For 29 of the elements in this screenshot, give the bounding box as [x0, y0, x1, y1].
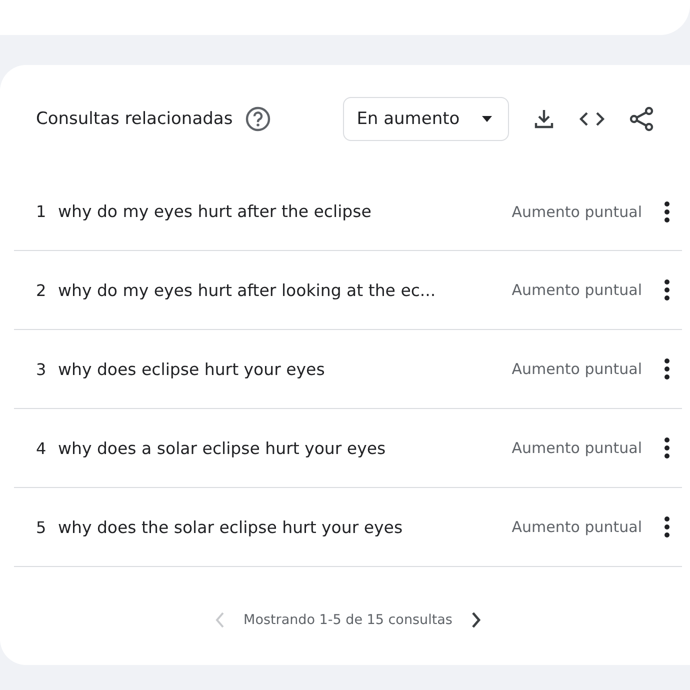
rank-number: 5 [35, 518, 48, 536]
pagination-text: Mostrando 1-5 de 15 consultas [244, 612, 452, 628]
download-icon[interactable] [532, 108, 555, 130]
query-link[interactable]: why do my eyes hurt after the eclipse [58, 202, 512, 221]
more-icon[interactable] [664, 437, 670, 459]
help-icon[interactable] [244, 106, 271, 132]
trend-label: Aumento puntual [512, 360, 642, 378]
sort-dropdown[interactable]: En aumento [342, 97, 509, 141]
more-icon[interactable] [664, 358, 670, 380]
more-icon[interactable] [664, 516, 670, 538]
trend-label: Aumento puntual [512, 281, 642, 299]
embed-icon[interactable] [578, 110, 605, 128]
rank-number: 2 [35, 280, 48, 300]
more-icon[interactable] [664, 279, 670, 301]
query-link[interactable]: why do my eyes hurt after looking at the ec... [58, 280, 512, 300]
trend-label: Aumento puntual [512, 518, 642, 536]
more-icon[interactable] [664, 200, 670, 222]
query-link[interactable]: why does the solar eclipse hurt your eyes [58, 518, 512, 536]
rank-number: 3 [35, 360, 48, 378]
rank-number: 1 [35, 202, 48, 221]
query-link[interactable]: why does a solar eclipse hurt your eyes [58, 438, 512, 458]
trend-label: Aumento puntual [512, 202, 642, 220]
next-page-icon[interactable] [470, 611, 482, 629]
query-link[interactable]: why does eclipse hurt your eyes [58, 360, 512, 378]
rank-number: 4 [35, 438, 48, 458]
caret-icon [482, 116, 492, 122]
trend-label: Aumento puntual [512, 439, 642, 457]
share-icon[interactable] [628, 106, 655, 132]
section-title: Consultas relacionadas [36, 109, 233, 129]
